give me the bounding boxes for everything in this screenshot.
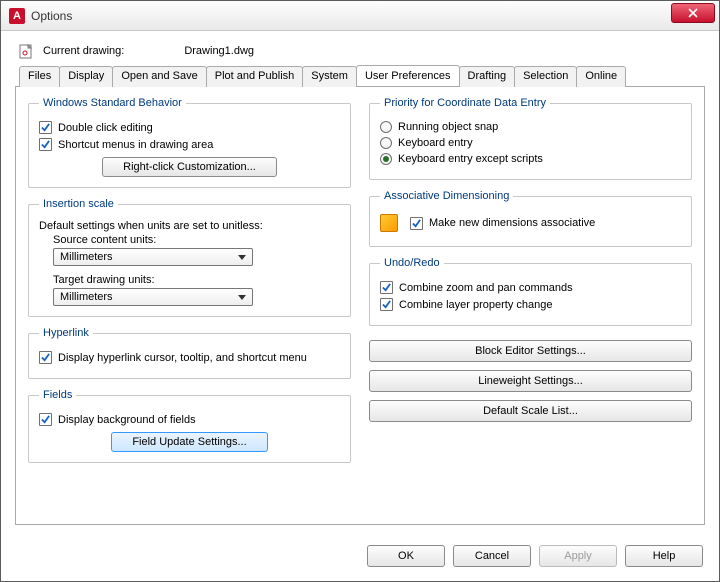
tab-open-and-save[interactable]: Open and Save (112, 66, 206, 87)
legend-priority: Priority for Coordinate Data Entry (380, 97, 550, 109)
checkbox-shortcut-menus[interactable] (39, 138, 52, 151)
target-units-value: Millimeters (60, 291, 113, 303)
close-icon (688, 8, 698, 18)
legend-fields: Fields (39, 389, 76, 401)
group-windows-standard-behavior: Windows Standard Behavior Double click e… (28, 97, 351, 188)
group-hyperlink: Hyperlink Display hyperlink cursor, tool… (28, 327, 351, 379)
app-icon: A (9, 8, 25, 24)
dimension-icon (380, 214, 398, 232)
lineweight-settings-button[interactable]: Lineweight Settings... (369, 370, 692, 392)
cancel-button[interactable]: Cancel (453, 545, 531, 567)
radio-keyboard-except-scripts[interactable] (380, 153, 392, 165)
source-units-value: Millimeters (60, 251, 113, 263)
tab-user-preferences[interactable]: User Preferences (356, 65, 460, 86)
label-fields-bg: Display background of fields (58, 414, 196, 426)
insertion-note: Default settings when units are set to u… (39, 220, 340, 232)
dialog-footer: OK Cancel Apply Help (1, 535, 719, 581)
legend-hyperlink: Hyperlink (39, 327, 93, 339)
chevron-down-icon (238, 295, 246, 300)
legend-undo: Undo/Redo (380, 257, 444, 269)
tab-strip: Files Display Open and Save Plot and Pub… (15, 65, 705, 87)
right-click-customization-button[interactable]: Right-click Customization... (102, 157, 277, 177)
label-assoc-dim: Make new dimensions associative (429, 217, 595, 229)
window-title: Options (31, 9, 72, 23)
checkbox-hyperlink-display[interactable] (39, 351, 52, 364)
checkbox-fields-bg[interactable] (39, 413, 52, 426)
label-keyboard-except-scripts: Keyboard entry except scripts (398, 153, 543, 165)
label-hyperlink-display: Display hyperlink cursor, tooltip, and s… (58, 352, 307, 364)
current-drawing-row: Current drawing: Drawing1.dwg (15, 39, 705, 65)
tab-online[interactable]: Online (576, 66, 626, 87)
group-priority-coord: Priority for Coordinate Data Entry Runni… (369, 97, 692, 180)
checkbox-combine-layer[interactable] (380, 298, 393, 311)
source-units-select[interactable]: Millimeters (53, 248, 253, 266)
right-column: Priority for Coordinate Data Entry Runni… (369, 97, 692, 512)
tab-panel-user-preferences: Windows Standard Behavior Double click e… (15, 87, 705, 525)
ok-button[interactable]: OK (367, 545, 445, 567)
tab-files[interactable]: Files (19, 66, 60, 87)
group-undo-redo: Undo/Redo Combine zoom and pan commands … (369, 257, 692, 326)
options-dialog: A Options Current drawing: Drawing1.dwg … (0, 0, 720, 582)
close-button[interactable] (671, 3, 715, 23)
tab-drafting[interactable]: Drafting (459, 66, 516, 87)
current-drawing-value: Drawing1.dwg (184, 45, 254, 57)
label-combine-zoom-pan: Combine zoom and pan commands (399, 282, 573, 294)
group-insertion-scale: Insertion scale Default settings when un… (28, 198, 351, 317)
radio-keyboard-entry[interactable] (380, 137, 392, 149)
checkbox-assoc-dim[interactable] (410, 217, 423, 230)
help-button[interactable]: Help (625, 545, 703, 567)
checkbox-combine-zoom-pan[interactable] (380, 281, 393, 294)
label-combine-layer: Combine layer property change (399, 299, 552, 311)
right-button-stack: Block Editor Settings... Lineweight Sett… (369, 340, 692, 422)
apply-button[interactable]: Apply (539, 545, 617, 567)
legend-insertion: Insertion scale (39, 198, 118, 210)
left-column: Windows Standard Behavior Double click e… (28, 97, 351, 512)
field-update-settings-button[interactable]: Field Update Settings... (111, 432, 267, 452)
label-shortcut-menus: Shortcut menus in drawing area (58, 139, 213, 151)
title-bar[interactable]: A Options (1, 1, 719, 31)
radio-running-osnap[interactable] (380, 121, 392, 133)
tab-plot-and-publish[interactable]: Plot and Publish (206, 66, 304, 87)
current-drawing-label: Current drawing: (43, 45, 124, 57)
label-running-osnap: Running object snap (398, 121, 498, 133)
dialog-body: Current drawing: Drawing1.dwg Files Disp… (1, 31, 719, 535)
group-fields: Fields Display background of fields Fiel… (28, 389, 351, 463)
tab-selection[interactable]: Selection (514, 66, 577, 87)
chevron-down-icon (238, 255, 246, 260)
legend-assoc: Associative Dimensioning (380, 190, 513, 202)
legend-wsb: Windows Standard Behavior (39, 97, 186, 109)
default-scale-list-button[interactable]: Default Scale List... (369, 400, 692, 422)
target-units-label: Target drawing units: (53, 274, 340, 286)
drawing-icon (19, 43, 35, 59)
source-units-label: Source content units: (53, 234, 340, 246)
tab-display[interactable]: Display (59, 66, 113, 87)
target-units-select[interactable]: Millimeters (53, 288, 253, 306)
label-double-click: Double click editing (58, 122, 153, 134)
block-editor-settings-button[interactable]: Block Editor Settings... (369, 340, 692, 362)
checkbox-double-click-editing[interactable] (39, 121, 52, 134)
label-keyboard-entry: Keyboard entry (398, 137, 473, 149)
group-associative-dim: Associative Dimensioning Make new dimens… (369, 190, 692, 247)
tab-system[interactable]: System (302, 66, 357, 87)
